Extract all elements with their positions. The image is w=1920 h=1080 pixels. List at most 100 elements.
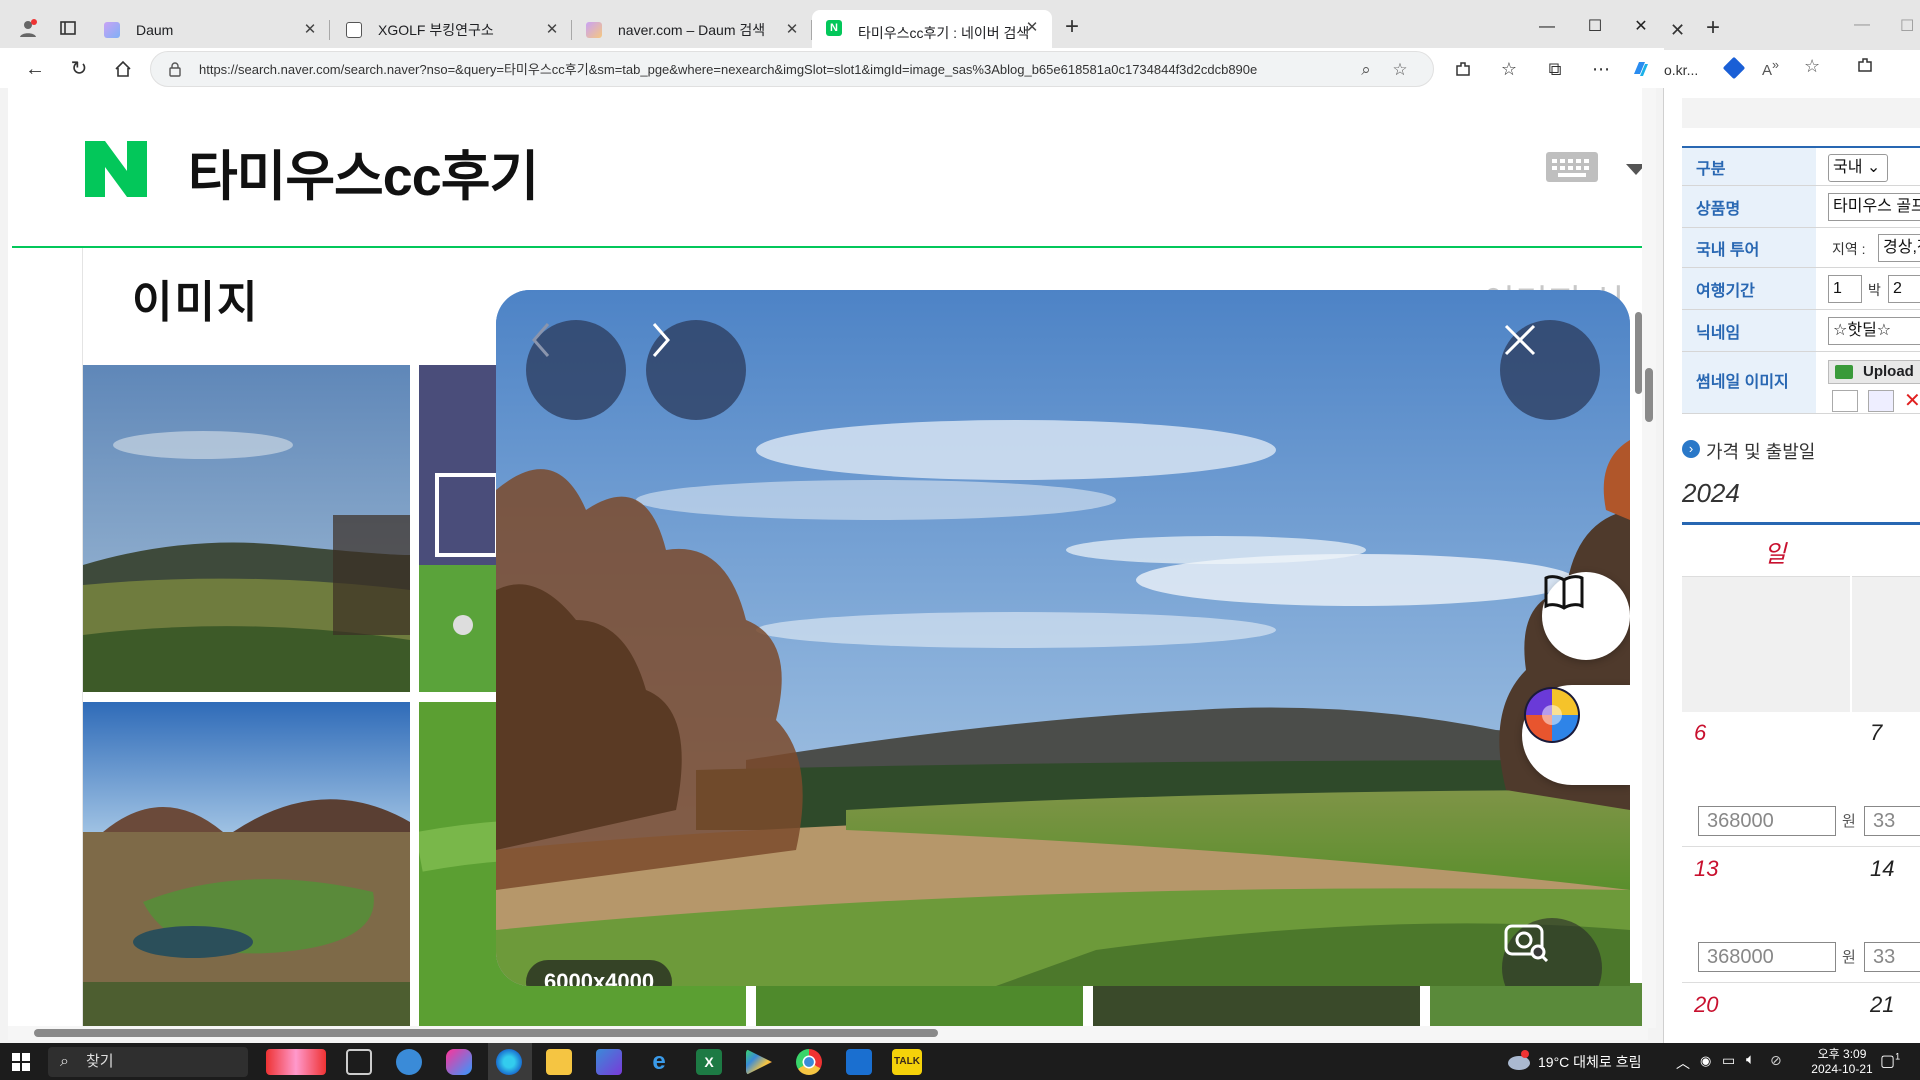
tab-actions-icon[interactable] <box>54 14 82 42</box>
close-tab-icon[interactable]: ✕ <box>542 20 562 40</box>
keyboard-icon[interactable] <box>1546 152 1598 182</box>
image-thumbnail[interactable] <box>83 365 410 692</box>
clock-date[interactable]: 2024-10-21 <box>1792 1062 1892 1076</box>
close-window-button[interactable]: ✕ <box>1618 12 1664 42</box>
page-vertical-scrollbar[interactable] <box>1642 88 1656 1028</box>
favorite-star-icon[interactable]: ☆ <box>1804 56 1820 77</box>
home-button[interactable] <box>108 54 138 84</box>
extensions-icon[interactable] <box>1856 56 1874 79</box>
zoom-icon[interactable]: ⌕ <box>1353 58 1379 82</box>
price-input[interactable]: 33 <box>1864 806 1920 836</box>
new-tab-button[interactable]: + <box>1706 14 1720 42</box>
page-horizontal-scrollbar[interactable] <box>8 1026 1648 1040</box>
product-name-input[interactable]: 타미우스 골프 <box>1828 193 1920 221</box>
delete-icon[interactable]: ✕ <box>1904 388 1920 413</box>
new-tab-button[interactable]: + <box>1058 14 1086 42</box>
chevron-up-icon[interactable]: ︿ <box>1676 1053 1690 1073</box>
nights-input[interactable]: 1 <box>1828 275 1862 303</box>
internet-explorer-icon[interactable]: e <box>646 1049 672 1075</box>
maximize-button[interactable]: ☐ <box>1900 16 1914 36</box>
open-blog-button[interactable] <box>1542 572 1630 660</box>
close-tab-icon[interactable]: ✕ <box>1022 18 1042 38</box>
price-input[interactable]: 33 <box>1864 942 1920 972</box>
calendar-day[interactable]: 13 <box>1694 856 1718 882</box>
start-button[interactable] <box>12 1053 30 1076</box>
tag-icon[interactable] <box>1722 56 1746 80</box>
mail-icon[interactable] <box>846 1049 872 1075</box>
back-button[interactable]: ← <box>20 54 50 84</box>
address-bar[interactable]: https://search.naver.com/search.naver?ns… <box>150 51 1434 87</box>
category-select[interactable]: 국내 ⌄ <box>1828 154 1888 182</box>
price-input[interactable]: 368000 <box>1698 806 1836 836</box>
url-text[interactable]: o.kr... <box>1664 62 1698 78</box>
copilot-icon[interactable] <box>446 1049 472 1075</box>
image-thumbnail[interactable] <box>83 702 410 1028</box>
excel-icon[interactable]: X <box>696 1049 722 1075</box>
file-explorer-icon[interactable] <box>546 1049 572 1075</box>
image-thumbnail[interactable] <box>1093 983 1420 1028</box>
site-info-icon[interactable] <box>167 61 183 77</box>
url-text[interactable]: https://search.naver.com/search.naver?ns… <box>199 52 1319 88</box>
region-input[interactable]: 경상,전 <box>1878 234 1920 262</box>
image-icon[interactable] <box>1832 390 1858 412</box>
copilot-icon[interactable] <box>1626 54 1656 84</box>
more-menu-icon[interactable]: ⋯ <box>1586 54 1616 84</box>
weather-text[interactable]: 19°C 대체로 흐림 <box>1538 1052 1641 1072</box>
favorite-star-icon[interactable]: ☆ <box>1387 58 1413 82</box>
nickname-input[interactable]: ☆핫딜☆ <box>1828 317 1920 345</box>
network-icon[interactable]: ▭ <box>1722 1052 1735 1069</box>
edge-icon[interactable] <box>496 1049 522 1075</box>
clock-time[interactable]: 오후 3:09 <box>1792 1045 1892 1062</box>
reload-button[interactable]: ↻ <box>64 54 94 84</box>
tab-daum-search[interactable]: naver.com – Daum 검색 ✕ <box>572 12 812 48</box>
kakaotalk-icon[interactable]: TALK <box>892 1049 922 1075</box>
tray-app-icon[interactable]: ◉ <box>1700 1053 1711 1069</box>
calendar-day[interactable]: 6 <box>1694 720 1706 746</box>
play-store-icon[interactable] <box>746 1049 772 1075</box>
favorites-icon[interactable]: ☆ <box>1494 54 1524 84</box>
close-tab-icon[interactable]: ✕ <box>1670 20 1685 41</box>
profile-icon[interactable] <box>14 14 42 42</box>
image-thumbnail[interactable] <box>756 983 1083 1028</box>
maximize-button[interactable]: ☐ <box>1572 12 1618 42</box>
search-highlight-icon[interactable] <box>266 1049 326 1075</box>
calendar-row-divider <box>1682 846 1920 847</box>
scrollbar-thumb[interactable] <box>1635 312 1642 394</box>
store-icon[interactable] <box>596 1049 622 1075</box>
status-icon[interactable]: ⊘ <box>1770 1052 1782 1069</box>
next-image-button[interactable] <box>646 320 746 420</box>
collections-icon[interactable]: ⧉ <box>1540 54 1570 84</box>
days-input[interactable]: 2 <box>1888 275 1920 303</box>
chrome-icon[interactable] <box>796 1049 822 1075</box>
close-tab-icon[interactable]: ✕ <box>300 20 320 40</box>
task-view-icon[interactable] <box>346 1049 372 1075</box>
close-tab-icon[interactable]: ✕ <box>782 20 802 40</box>
viewer-scrollbar[interactable] <box>1634 298 1644 982</box>
image-thumbnail[interactable] <box>1430 983 1648 1028</box>
upload-button[interactable]: Upload <box>1828 360 1920 384</box>
weather-icon[interactable] <box>1506 1049 1532 1071</box>
minimize-button[interactable]: — <box>1854 16 1870 34</box>
calendar-day[interactable]: 14 <box>1870 856 1894 882</box>
form-row: 썸네일 이미지 Upload ✕ <box>1682 352 1920 414</box>
scrollbar-thumb[interactable] <box>34 1029 938 1037</box>
ai-smart-lens-button[interactable] <box>1522 685 1630 785</box>
notification-icon[interactable]: ▢1 <box>1880 1051 1900 1071</box>
chat-app-icon[interactable] <box>396 1049 422 1075</box>
preview-icon[interactable] <box>1868 390 1894 412</box>
taskbar-search[interactable]: ⌕ 찾기 <box>48 1047 248 1077</box>
naver-logo-icon[interactable] <box>85 141 147 197</box>
scrollbar-thumb[interactable] <box>1645 368 1653 422</box>
price-input[interactable]: 368000 <box>1698 942 1836 972</box>
minimize-button[interactable]: — <box>1524 12 1570 42</box>
extensions-icon[interactable] <box>1448 54 1478 84</box>
tab-daum[interactable]: Daum ✕ <box>90 12 330 48</box>
read-aloud-icon[interactable]: A» <box>1762 58 1779 79</box>
calendar-day[interactable]: 21 <box>1870 992 1894 1018</box>
prev-image-button[interactable] <box>526 320 626 420</box>
calendar-day[interactable]: 20 <box>1694 992 1718 1018</box>
close-viewer-button[interactable] <box>1500 320 1600 420</box>
calendar-day[interactable]: 7 <box>1870 720 1882 746</box>
volume-icon[interactable]: 🔈︎ <box>1746 1051 1755 1068</box>
tab-xgolf[interactable]: XGOLF 부킹연구소 ✕ <box>332 12 572 48</box>
